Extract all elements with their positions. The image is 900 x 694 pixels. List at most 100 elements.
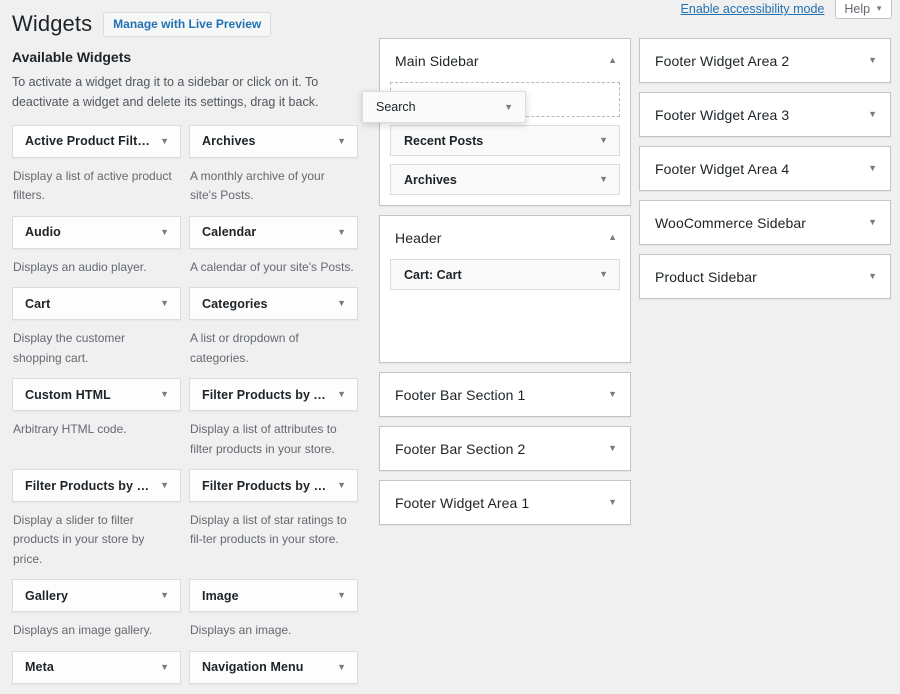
chevron-down-icon: ▼ bbox=[337, 481, 346, 490]
available-widget-title: Filter Products by Price bbox=[25, 479, 154, 493]
sidebar-section: Footer Widget Area 2▼ bbox=[639, 38, 891, 83]
chevron-up-icon[interactable]: ▲ bbox=[608, 233, 617, 242]
sidebar-section-header[interactable]: Footer Widget Area 3 ▼ bbox=[640, 93, 890, 136]
available-widget-description: Display the customer shopping cart. bbox=[13, 329, 181, 368]
available-widget-card[interactable]: Image▼ bbox=[189, 579, 358, 612]
assigned-widget[interactable]: Cart: Cart▼ bbox=[390, 259, 620, 290]
available-widget-title: Cart bbox=[25, 297, 50, 311]
screen-meta-bar: Enable accessibility mode Help ▼ bbox=[681, 0, 892, 20]
sidebar-section-name: Footer Bar Section 1 bbox=[395, 387, 525, 403]
page-header: Widgets Manage with Live Preview bbox=[12, 11, 271, 37]
sidebar-section: Footer Bar Section 1 ▼ bbox=[379, 372, 631, 417]
sidebar-section-header[interactable]: Footer Widget Area 1 ▼ bbox=[380, 481, 630, 524]
enable-accessibility-mode-link[interactable]: Enable accessibility mode bbox=[681, 0, 825, 18]
sidebar-section: Footer Widget Area 1 ▼ bbox=[379, 480, 631, 525]
available-widget-description: Arbitrary HTML code. bbox=[13, 420, 181, 439]
available-widget-title: Meta bbox=[25, 660, 54, 674]
available-widget-description: Display a list of star ratings to fil-te… bbox=[190, 511, 358, 550]
chevron-down-icon: ▼ bbox=[160, 228, 169, 237]
chevron-down-icon[interactable]: ▼ bbox=[608, 498, 617, 507]
available-widgets-panel: Available Widgets To activate a widget d… bbox=[12, 48, 358, 694]
available-widget-cell: Image▼Displays an image. bbox=[189, 579, 358, 640]
available-widget-title: Filter Products by Rati… bbox=[202, 479, 331, 493]
available-widget-card[interactable]: Meta▼ bbox=[12, 651, 181, 684]
manage-with-live-preview-button[interactable]: Manage with Live Preview bbox=[103, 12, 271, 37]
sidebar-section-name: Footer Widget Area 1 bbox=[395, 495, 529, 511]
chevron-down-icon: ▼ bbox=[599, 270, 608, 279]
sidebar-section-body: Cart: Cart▼ bbox=[380, 259, 630, 362]
help-tab-button[interactable]: Help ▼ bbox=[835, 0, 892, 19]
available-widget-card[interactable]: Active Product Filters▼ bbox=[12, 125, 181, 158]
available-widget-description: Display a slider to filter products in y… bbox=[13, 511, 181, 569]
chevron-down-icon[interactable]: ▼ bbox=[868, 272, 877, 281]
available-widget-title: Archives bbox=[202, 134, 256, 148]
available-widget-title: Filter Products by Attr… bbox=[202, 388, 331, 402]
sidebar-section: Footer Widget Area 3 ▼ bbox=[639, 92, 891, 137]
available-widget-card[interactable]: Custom HTML▼ bbox=[12, 378, 181, 411]
available-widget-cell: Calendar▼ A calendar of your site's Posts… bbox=[189, 216, 358, 277]
available-widget-card[interactable]: Categories ▼ bbox=[189, 287, 358, 320]
available-widget-description: A calendar of your site's Posts. bbox=[190, 258, 358, 277]
chevron-down-icon: ▼ bbox=[160, 137, 169, 146]
chevron-down-icon: ▼ bbox=[160, 591, 169, 600]
available-widget-description: Displays an audio player. bbox=[13, 258, 181, 277]
chevron-down-icon: ▼ bbox=[337, 299, 346, 308]
sidebar-section: Footer Bar Section 2 ▼ bbox=[379, 426, 631, 471]
available-widget-card[interactable]: Archives▼ bbox=[189, 125, 358, 158]
sidebar-section-header[interactable]: Footer Bar Section 2 ▼ bbox=[380, 427, 630, 470]
chevron-up-icon[interactable]: ▲ bbox=[608, 56, 617, 65]
sidebar-section-header[interactable]: Header▲ bbox=[380, 216, 630, 259]
available-widget-cell: Navigation Menu▼ bbox=[189, 651, 358, 684]
available-widget-cell: Cart▼ Display the customer shopping cart. bbox=[12, 287, 181, 368]
chevron-down-icon[interactable]: ▼ bbox=[868, 164, 877, 173]
available-widget-card[interactable]: Navigation Menu▼ bbox=[189, 651, 358, 684]
sidebar-section-name: Product Sidebar bbox=[655, 269, 757, 285]
sidebar-section-name: WooCommerce Sidebar bbox=[655, 215, 806, 231]
chevron-down-icon: ▼ bbox=[599, 175, 608, 184]
sidebar-section: Product Sidebar ▼ bbox=[639, 254, 891, 299]
available-widget-description: Display a list of active product filters… bbox=[13, 167, 181, 206]
sidebar-section-header[interactable]: Footer Widget Area 2▼ bbox=[640, 39, 890, 82]
sidebar-section-header[interactable]: Footer Widget Area 4▼ bbox=[640, 147, 890, 190]
available-widget-cell: Meta▼ bbox=[12, 651, 181, 684]
dragged-widget-search[interactable]: Search ▼ bbox=[362, 91, 526, 123]
sidebar-section-name: Main Sidebar bbox=[395, 53, 479, 69]
chevron-down-icon: ▼ bbox=[875, 5, 883, 13]
sidebar-section-header[interactable]: Product Sidebar ▼ bbox=[640, 255, 890, 298]
available-widget-card[interactable]: Audio ▼ bbox=[12, 216, 181, 249]
sidebar-section-header[interactable]: Main Sidebar ▲ bbox=[380, 39, 630, 82]
sidebar-section: WooCommerce Sidebar ▼ bbox=[639, 200, 891, 245]
chevron-down-icon[interactable]: ▼ bbox=[608, 444, 617, 453]
available-widget-card[interactable]: Cart▼ bbox=[12, 287, 181, 320]
chevron-down-icon: ▼ bbox=[337, 228, 346, 237]
chevron-down-icon[interactable]: ▼ bbox=[868, 110, 877, 119]
assigned-widget[interactable]: Archives▼ bbox=[390, 164, 620, 195]
available-widget-title: Categories bbox=[202, 297, 268, 311]
chevron-down-icon: ▼ bbox=[160, 390, 169, 399]
available-widget-title: Gallery bbox=[25, 589, 68, 603]
sidebar-section: Header▲Cart: Cart▼ bbox=[379, 215, 631, 363]
available-widget-cell: Custom HTML▼ Arbitrary HTML code. bbox=[12, 378, 181, 459]
sidebar-section-name: Footer Widget Area 3 bbox=[655, 107, 789, 123]
sidebar-section: Footer Widget Area 4▼ bbox=[639, 146, 891, 191]
available-widget-card[interactable]: Filter Products by Attr… ▼ bbox=[189, 378, 358, 411]
available-widget-title: Audio bbox=[25, 225, 61, 239]
available-widget-cell: Filter Products by Rati… ▼ Display a list … bbox=[189, 469, 358, 569]
available-widget-cell: Active Product Filters▼ Display a list of… bbox=[12, 125, 181, 206]
chevron-down-icon[interactable]: ▼ bbox=[868, 56, 877, 65]
available-widget-card[interactable]: Gallery ▼ bbox=[12, 579, 181, 612]
sidebar-section-header[interactable]: WooCommerce Sidebar ▼ bbox=[640, 201, 890, 244]
chevron-down-icon[interactable]: ▼ bbox=[868, 218, 877, 227]
chevron-down-icon: ▼ bbox=[337, 390, 346, 399]
available-widget-card[interactable]: Filter Products by Price▼ bbox=[12, 469, 181, 502]
available-widget-description: A list or dropdown of categories. bbox=[190, 329, 358, 368]
assigned-widget[interactable]: Recent Posts ▼ bbox=[390, 125, 620, 156]
sidebar-empty-drop-area bbox=[390, 298, 620, 352]
sidebar-section-name: Footer Bar Section 2 bbox=[395, 441, 525, 457]
assigned-widget-title: Recent Posts bbox=[404, 134, 483, 148]
available-widget-card[interactable]: Filter Products by Rati… ▼ bbox=[189, 469, 358, 502]
chevron-down-icon[interactable]: ▼ bbox=[608, 390, 617, 399]
chevron-down-icon: ▼ bbox=[599, 136, 608, 145]
available-widget-card[interactable]: Calendar▼ bbox=[189, 216, 358, 249]
sidebar-section-header[interactable]: Footer Bar Section 1 ▼ bbox=[380, 373, 630, 416]
